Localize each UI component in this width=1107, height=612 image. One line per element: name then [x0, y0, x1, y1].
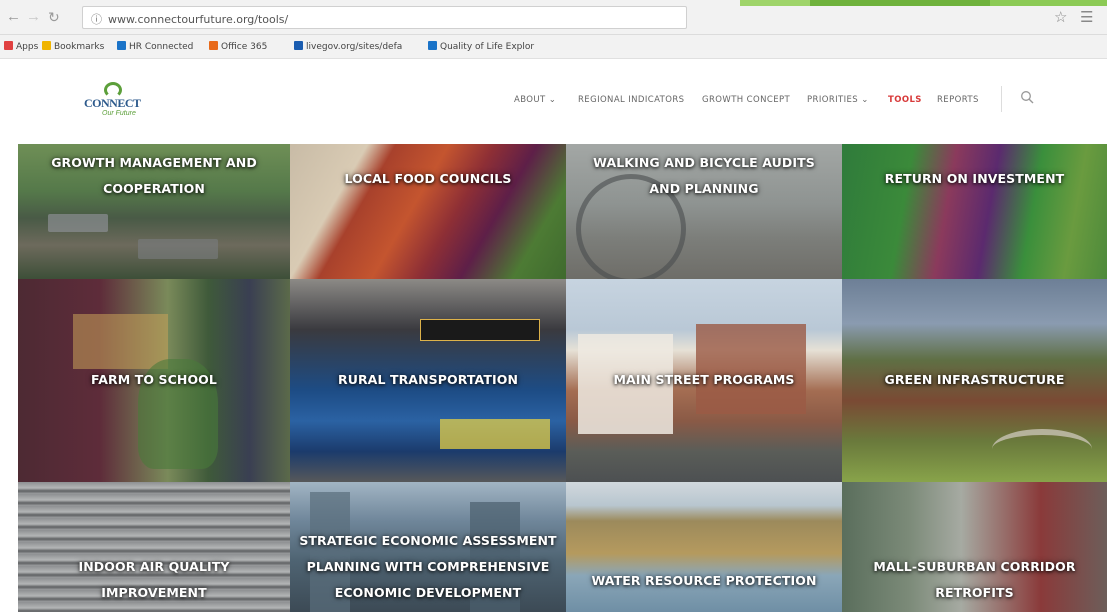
logo-wordmark: CONNECT [84, 96, 141, 110]
nav-priorities[interactable]: PRIORITIES ⌄ [807, 95, 869, 105]
tile-label: MAIN STREET PROGRAMS [613, 372, 795, 387]
bookmark-label: Office 365 [221, 42, 268, 52]
tile-label: GROWTH MANAGEMENT AND COOPERATION [51, 155, 257, 196]
tile-label: GREEN INFRASTRUCTURE [884, 372, 1065, 387]
tile-strategic-economic-assessment[interactable]: STRATEGIC ECONOMIC ASSESSMENT PLANNING WI… [290, 482, 566, 612]
extensions-menu-icon[interactable]: ☰ [1080, 8, 1093, 26]
bookmark-quality-of-life[interactable]: Quality of Life Explor [428, 41, 534, 52]
tile-label: INDOOR AIR QUALITY IMPROVEMENT [78, 559, 230, 600]
bookmark-bookmarks[interactable]: Bookmarks [42, 41, 104, 52]
tile-label: WATER RESOURCE PROTECTION [591, 573, 817, 588]
office-icon [209, 41, 218, 50]
livegov-icon [294, 41, 303, 50]
tile-label: RURAL TRANSPORTATION [337, 372, 519, 387]
nav-reports[interactable]: REPORTS [937, 95, 979, 105]
tile-growth-management[interactable]: GROWTH MANAGEMENT AND COOPERATION [18, 144, 290, 279]
browser-tab[interactable] [740, 0, 810, 6]
info-icon[interactable]: ⓘ [91, 13, 102, 26]
logo-tagline: Our Future [102, 110, 136, 117]
browser-toolbar: ← → ↻ ⓘ www.connectourfuture.org/tools/ ☆… [0, 0, 1107, 35]
tile-green-infrastructure[interactable]: GREEN INFRASTRUCTURE [842, 279, 1107, 482]
tile-label: WALKING AND BICYCLE AUDITS AND PLANNING [593, 155, 815, 196]
tile-return-on-investment[interactable]: RETURN ON INVESTMENT [842, 144, 1107, 279]
browser-tab[interactable] [810, 0, 990, 6]
tile-water-resource-protection[interactable]: WATER RESOURCE PROTECTION [566, 482, 842, 612]
tile-label: MALL-SUBURBAN CORRIDOR RETROFITS [873, 559, 1076, 600]
nav-regional-indicators[interactable]: REGIONAL INDICATORS [578, 95, 684, 105]
bookmark-star-icon[interactable]: ☆ [1054, 8, 1067, 26]
tile-farm-to-school[interactable]: FARM TO SCHOOL [18, 279, 290, 482]
apps-grid-icon [4, 41, 13, 50]
back-icon[interactable]: ← [6, 9, 21, 25]
search-icon[interactable] [1020, 90, 1034, 104]
bookmark-office-365[interactable]: Office 365 [209, 41, 267, 52]
bookmark-label: Apps [16, 42, 39, 52]
forward-icon[interactable]: → [26, 9, 41, 25]
bookmark-label: Quality of Life Explor [440, 42, 535, 52]
reload-icon[interactable]: ↻ [48, 9, 60, 25]
bookmarks-bar: Apps Bookmarks HR Connected Office 365 l… [0, 35, 1107, 59]
globe-icon [428, 41, 437, 50]
bookmark-livegov[interactable]: livegov.org/sites/defa [294, 41, 402, 52]
tile-rural-transportation[interactable]: RURAL TRANSPORTATION [290, 279, 566, 482]
tile-walking-bicycle-audits[interactable]: WALKING AND BICYCLE AUDITS AND PLANNING [566, 144, 842, 279]
tile-label: LOCAL FOOD COUNCILS [344, 171, 512, 186]
nav-tools[interactable]: TOOLS [888, 95, 922, 105]
nav-growth-concept[interactable]: GROWTH CONCEPT [702, 95, 790, 105]
site-header: CONNECT Our Future ABOUT ⌄ REGIONAL INDI… [0, 59, 1107, 144]
url-text: www.connectourfuture.org/tools/ [108, 13, 289, 26]
hr-connected-icon [117, 41, 126, 50]
star-icon [42, 41, 51, 50]
bookmark-label: Bookmarks [54, 42, 105, 52]
tile-local-food-councils[interactable]: LOCAL FOOD COUNCILS [290, 144, 566, 279]
browser-tab[interactable] [990, 0, 1107, 6]
nav-divider [1001, 86, 1002, 112]
tile-mall-suburban-corridor[interactable]: MALL-SUBURBAN CORRIDOR RETROFITS [842, 482, 1107, 612]
url-bar[interactable]: ⓘ www.connectourfuture.org/tools/ [82, 6, 687, 29]
tile-main-street-programs[interactable]: MAIN STREET PROGRAMS [566, 279, 842, 482]
tile-label: STRATEGIC ECONOMIC ASSESSMENT PLANNING WI… [299, 533, 557, 600]
tile-label: RETURN ON INVESTMENT [884, 171, 1065, 186]
bookmark-label: HR Connected [129, 42, 194, 52]
site-logo[interactable]: CONNECT Our Future [84, 82, 144, 122]
bookmark-hr-connected[interactable]: HR Connected [117, 41, 193, 52]
bookmark-label: livegov.org/sites/defa [306, 42, 403, 52]
nav-about[interactable]: ABOUT ⌄ [514, 95, 556, 105]
tile-indoor-air-quality[interactable]: INDOOR AIR QUALITY IMPROVEMENT [18, 482, 290, 612]
bookmark-apps[interactable]: Apps [4, 41, 38, 52]
tile-label: FARM TO SCHOOL [91, 372, 217, 387]
tab-strip [690, 0, 740, 6]
